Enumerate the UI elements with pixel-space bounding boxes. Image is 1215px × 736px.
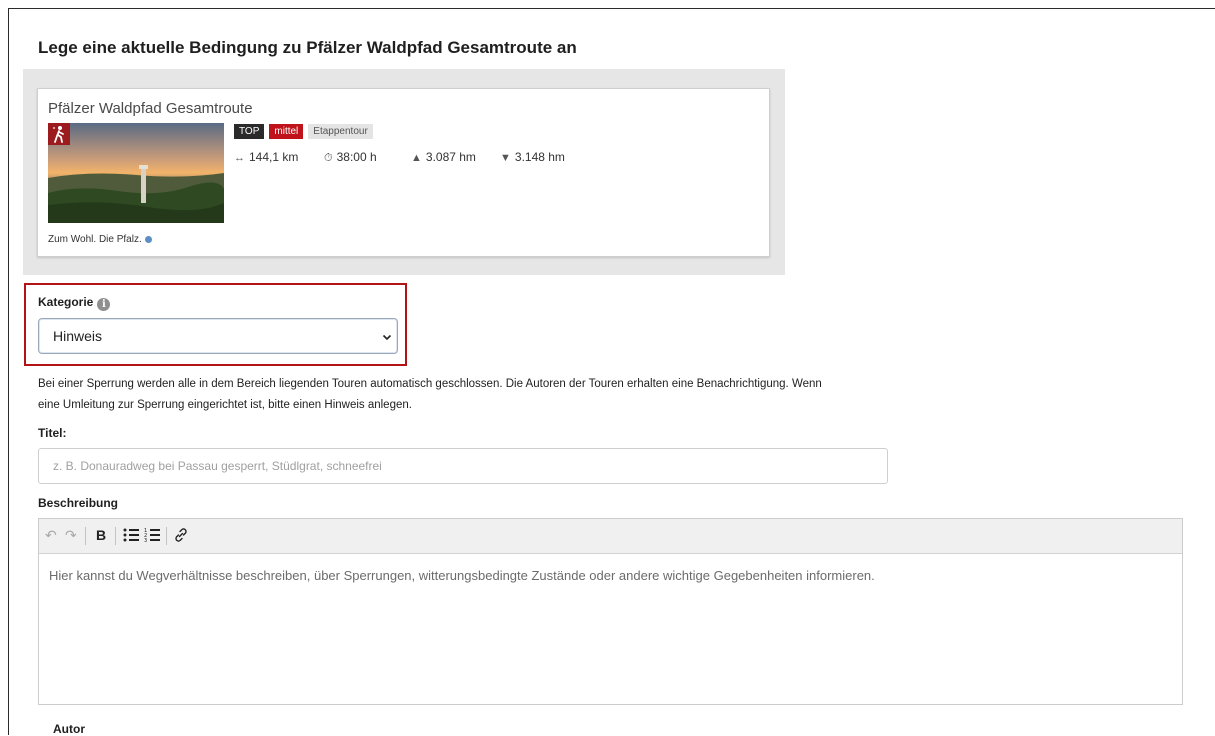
info-icon[interactable]: i: [97, 298, 111, 311]
tour-thumbnail: [48, 123, 224, 223]
title-label: Titel:: [38, 426, 67, 440]
author-label: Autor: [53, 722, 85, 736]
category-help-text: Bei einer Sperrung werden alle in dem Be…: [38, 378, 822, 411]
description-textarea[interactable]: Hier kannst du Wegverhältnisse beschreib…: [49, 568, 1172, 583]
bold-button[interactable]: B: [96, 527, 106, 543]
category-selected-value: Hinweis: [53, 328, 103, 344]
ascent-icon: ▲: [411, 152, 422, 164]
category-label: Kategorie i: [38, 295, 111, 311]
description-label: Beschreibung: [38, 496, 119, 510]
tour-name: Pfälzer Waldpfad Gesamtroute: [48, 100, 253, 117]
toolbar-divider: [115, 527, 116, 545]
link-icon[interactable]: [173, 527, 189, 546]
hiker-icon: [48, 123, 70, 145]
category-select[interactable]: Hinweis: [38, 318, 398, 354]
distance-stat: ↔ 144,1 km: [234, 150, 298, 164]
undo-button[interactable]: ↶: [45, 527, 57, 544]
toolbar-divider: [85, 527, 86, 545]
top-badge: TOP: [234, 124, 265, 139]
source-name: Zum Wohl. Die Pfalz.: [48, 234, 142, 245]
page-title: Lege eine aktuelle Bedingung zu Pfälzer …: [38, 38, 577, 57]
title-field[interactable]: [38, 448, 888, 484]
verified-icon: [144, 235, 152, 243]
descent-icon: ▼: [500, 152, 511, 164]
numbered-list-icon[interactable]: 123: [144, 527, 160, 546]
difficulty-badge: mittel: [269, 124, 304, 139]
svg-text:3: 3: [144, 538, 147, 543]
tour-badges: TOP mittel Etappentour: [234, 124, 373, 139]
duration-stat: ⏱ 38:00 h: [324, 150, 377, 165]
tour-source-caption[interactable]: Zum Wohl. Die Pfalz.: [48, 234, 152, 245]
duration-value: 38:00 h: [336, 150, 377, 164]
title-input[interactable]: [39, 449, 887, 483]
category-label-text: Kategorie: [38, 295, 94, 309]
ascent-value: 3.087 hm: [425, 150, 476, 164]
tour-type-badge: Etappentour: [308, 124, 373, 139]
tour-card[interactable]: Pfälzer Waldpfad Gesamtroute Zum Wohl. D…: [37, 88, 770, 257]
description-editor[interactable]: ↶ ↷ B 123 Hier kannst du Wegverhältnisse…: [38, 518, 1183, 705]
descent-stat: ▼ 3.148 hm: [500, 150, 565, 164]
redo-button[interactable]: ↷: [65, 527, 77, 544]
bullet-list-icon[interactable]: [123, 527, 139, 546]
descent-value: 3.148 hm: [514, 150, 565, 164]
chevron-down-icon: [382, 334, 392, 341]
clock-icon: ⏱: [324, 152, 333, 164]
ascent-stat: ▲ 3.087 hm: [411, 150, 476, 164]
distance-icon: ↔: [234, 152, 245, 164]
toolbar-divider: [166, 527, 167, 545]
editor-toolbar: ↶ ↷ B 123: [39, 519, 1182, 554]
distance-value: 144,1 km: [249, 150, 299, 164]
